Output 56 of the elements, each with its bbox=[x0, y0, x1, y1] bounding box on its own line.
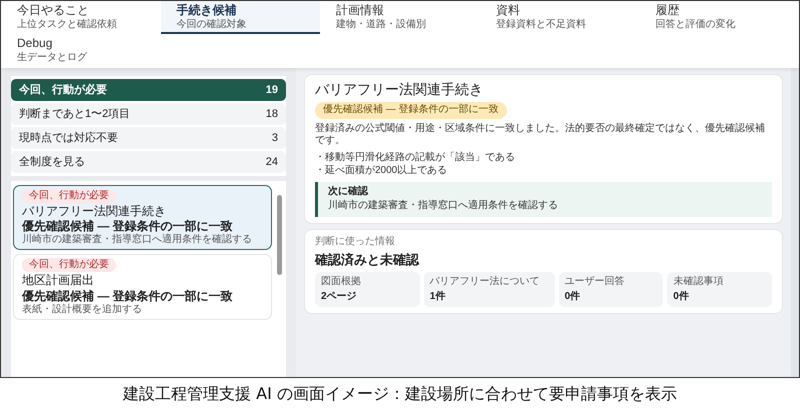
tab-label: Debug bbox=[17, 37, 54, 52]
filter-count: 19 bbox=[266, 84, 278, 96]
filter-count: 24 bbox=[266, 156, 278, 168]
stat-value: 0件 bbox=[564, 290, 582, 304]
tab-label: 手続き候補 bbox=[176, 4, 238, 18]
status-badge: 優先確認候補 — 登録条件の一部に一致 bbox=[315, 102, 507, 119]
nav-tab[interactable]: Debug 生データとログ bbox=[1, 34, 161, 68]
filter-label: 今回、行動が必要 bbox=[19, 82, 107, 98]
procedure-status: 優先確認候補 — 登録条件の一部に一致 bbox=[22, 218, 233, 234]
tab-description: 上位タスクと確認依頼 bbox=[17, 18, 118, 30]
nav-tab[interactable]: 履歴 回答と評価の変化 bbox=[639, 1, 799, 34]
tab-description: 建物・道路・設備別 bbox=[336, 18, 428, 30]
tab-description: 生データとログ bbox=[17, 52, 88, 64]
procedure-card[interactable]: 今回、行動が必要 地区計画届出 優先確認候補 — 登録条件の一部に一致 表紙・設計概要を追加する bbox=[13, 254, 272, 320]
next-check-text: 川崎市の建築審査・指導窓口へ適用条件を確認する bbox=[328, 200, 559, 213]
caption: 建設工程管理支援 AI の画面イメージ：建設場所に合わせて要申請事項を表示 bbox=[122, 382, 678, 404]
priority-tag: 今回、行動が必要 bbox=[22, 188, 116, 203]
tab-description: 登録資料と不足資料 bbox=[496, 18, 587, 30]
filter-item[interactable]: 現時点では対応不要 3 bbox=[11, 126, 286, 149]
stat-label: ユーザー回答 bbox=[564, 276, 626, 289]
detail-title: バリアフリー法関連手続き bbox=[315, 80, 483, 98]
stat-value: 0件 bbox=[673, 290, 690, 304]
next-check-heading: 次に確認 bbox=[328, 186, 370, 198]
stat-value: 1件 bbox=[430, 290, 446, 304]
stat-label: バリアフリー法について bbox=[430, 276, 541, 289]
stat-value: 2ページ bbox=[321, 290, 358, 304]
condition-item: ・延べ面積が2000以上である bbox=[315, 165, 448, 178]
tab-label: 資料 bbox=[496, 4, 521, 18]
summary-text: 登録済みの公式閾値・用途・区域条件に一致しました。法的要否の最終確定ではなく、優先確認候補です。 bbox=[315, 122, 766, 148]
stat-label: 図面根拠 bbox=[321, 276, 362, 289]
tab-label: 今日やること bbox=[17, 4, 90, 18]
tab-description: 今回の確認対象 bbox=[176, 18, 248, 30]
section-eyebrow: 判断に使った情報 bbox=[315, 236, 395, 248]
filter-item[interactable]: 判断まであと1〜2項目 18 bbox=[11, 102, 286, 125]
filter-label: 判断まであと1〜2項目 bbox=[19, 107, 130, 122]
section-title: 確認済みと未確認 bbox=[315, 252, 419, 268]
filter-label: 現時点では対応不要 bbox=[19, 130, 118, 146]
priority-tag: 今回、行動が必要 bbox=[22, 258, 116, 272]
filter-count: 18 bbox=[266, 108, 278, 120]
next-step-text: 川崎市の建築審査・指導窓口へ適用条件を確認する bbox=[22, 234, 252, 246]
filter-count: 3 bbox=[272, 132, 278, 144]
filter-item[interactable]: 全制度を見る 24 bbox=[11, 150, 286, 173]
filter-label: 全制度を見る bbox=[19, 154, 85, 170]
nav-tab[interactable]: 今日やること 上位タスクと確認依頼 bbox=[1, 1, 161, 34]
procedure-title: バリアフリー法関連手続き bbox=[22, 204, 166, 218]
procedure-title: 地区計画届出 bbox=[22, 273, 94, 288]
procedure-card[interactable]: 今回、行動が必要 バリアフリー法関連手続き 優先確認候補 — 登録条件の一部に一致 川崎市の建築審査・指導窓口へ適用条件を確認する bbox=[13, 184, 272, 250]
procedure-status: 優先確認候補 — 登録条件の一部に一致 bbox=[22, 288, 233, 304]
tab-label: 履歴 bbox=[655, 4, 680, 18]
condition-item: ・移動等円滑化経路の記載が「該当」である bbox=[315, 152, 515, 164]
next-step-text: 表紙・設計概要を追加する bbox=[22, 304, 142, 316]
stat-label: 未確認事項 bbox=[673, 276, 724, 289]
nav-tab[interactable]: 手続き候補 今回の確認対象 bbox=[160, 1, 320, 34]
filter-item[interactable]: 今回、行動が必要 19 bbox=[11, 78, 286, 101]
tab-description: 回答と評価の変化 bbox=[655, 18, 736, 30]
tab-label: 計画情報 bbox=[336, 4, 386, 18]
